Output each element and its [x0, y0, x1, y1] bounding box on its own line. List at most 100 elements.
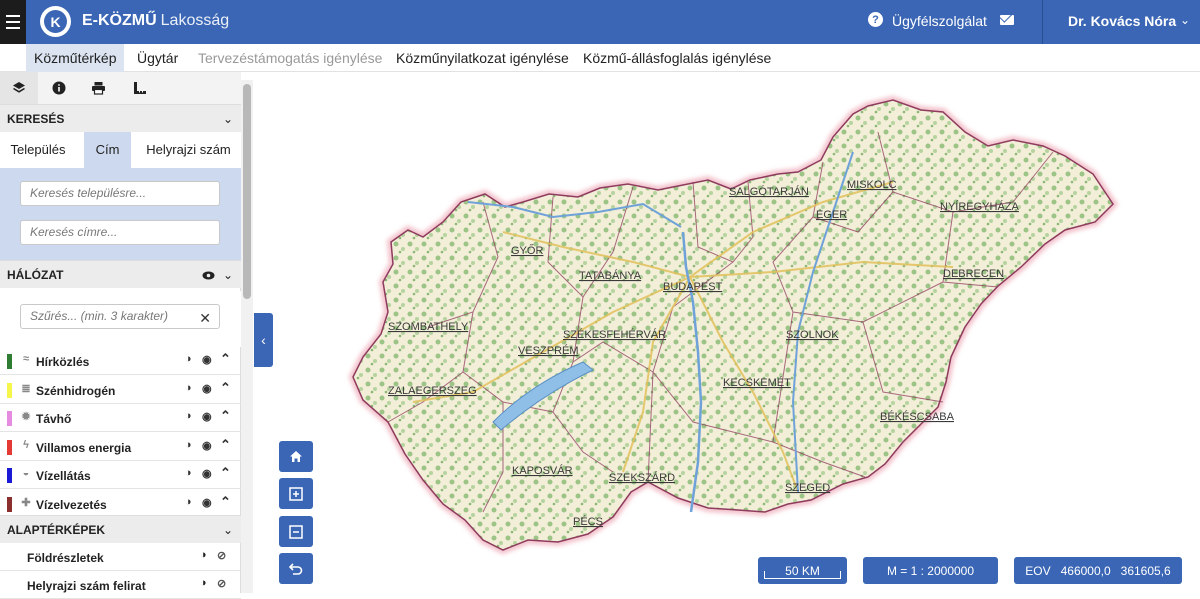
opacity-icon[interactable]: ◑ — [200, 549, 207, 561]
basemaps-section-header[interactable]: ALAPTÉRKÉPEK ⌄ — [0, 515, 241, 543]
network-layer-row[interactable]: ≣ Szénhidrogén ◑ ◉ ⌃ — [0, 376, 241, 404]
chevron-up-icon[interactable]: ⌃ — [220, 351, 231, 367]
city-label[interactable]: KAPOSVÁR — [512, 464, 573, 477]
search-panel: Keresés településre... Keresés címre... — [0, 168, 241, 260]
eye-icon[interactable]: ◉ — [202, 410, 212, 423]
zoom-out-button[interactable] — [279, 516, 313, 547]
opacity-icon[interactable]: ◑ — [185, 467, 192, 479]
layer-color-swatch — [7, 439, 12, 455]
city-label[interactable]: MISKOLC — [847, 179, 897, 191]
opacity-icon[interactable]: ◑ — [200, 577, 207, 589]
network-layer-row[interactable]: ◒ Vízellátás ◑ ◉ ⌃ — [0, 461, 241, 489]
basemap-row[interactable]: Földrészletek ◑ ⊘ — [0, 543, 241, 571]
tab-settlement[interactable]: Település — [0, 132, 76, 168]
city-label[interactable]: VESZPRÉM — [518, 344, 579, 357]
filter-area: Szűrés... (min. 3 karakter) ✕ — [0, 291, 241, 347]
city-label[interactable]: BUDAPEST — [663, 281, 723, 293]
opacity-icon[interactable]: ◑ — [185, 410, 192, 422]
chevron-up-icon[interactable]: ⌃ — [220, 437, 231, 453]
eye-icon[interactable]: ◉ — [202, 496, 212, 509]
chevron-down-icon[interactable]: ⌄ — [223, 261, 233, 289]
tab-utility-opinion[interactable]: Közmű-állásfoglalás igénylése — [575, 44, 779, 72]
layer-name: Vízellátás — [36, 469, 91, 483]
city-label[interactable]: SALGÓTARJÁN — [729, 185, 809, 198]
city-label[interactable]: SZOLNOK — [786, 329, 839, 341]
eye-icon[interactable]: ◉ — [202, 353, 212, 366]
sidebar-collapse-button[interactable]: ‹ — [254, 313, 273, 367]
main-tabs: Közműtérkép Ügytár Tervezéstámogatás igé… — [0, 44, 1200, 72]
city-label[interactable]: DEBRECEN — [943, 268, 1004, 280]
opacity-icon[interactable]: ◑ — [185, 496, 192, 508]
header-divider — [1042, 0, 1043, 44]
measure-icon[interactable] — [121, 72, 159, 104]
basemaps-section-title: ALAPTÉRKÉPEK — [7, 523, 106, 537]
city-label[interactable]: KECSKEMÉT — [723, 376, 791, 389]
network-layer-row[interactable]: ✚ Vízelvezetés ◑ ◉ ⌃ — [0, 490, 241, 518]
eye-off-icon[interactable]: ⊘ — [217, 549, 226, 562]
eye-icon[interactable] — [202, 261, 215, 289]
eye-icon[interactable]: ◉ — [202, 382, 212, 395]
network-section-header[interactable]: HÁLÓZAT ⌄ — [0, 260, 241, 288]
eye-icon[interactable]: ◉ — [202, 467, 212, 480]
eye-icon[interactable]: ◉ — [202, 439, 212, 452]
opacity-icon[interactable]: ◑ — [185, 382, 192, 394]
chevron-up-icon[interactable]: ⌃ — [220, 465, 231, 481]
layer-color-swatch — [7, 354, 12, 369]
city-label[interactable]: TATABÁNYA — [579, 269, 642, 282]
chevron-down-icon[interactable]: ⌄ — [223, 105, 233, 133]
chevron-down-icon[interactable]: ⌄ — [223, 516, 233, 544]
eye-off-icon[interactable]: ⊘ — [217, 577, 226, 590]
print-icon[interactable] — [79, 72, 117, 104]
zoom-in-button[interactable] — [279, 478, 313, 509]
network-layer-row[interactable]: ϟ Villamos energia ◑ ◉ ⌃ — [0, 433, 241, 461]
customer-service-link[interactable]: Ügyfélszolgálat — [892, 13, 987, 29]
city-label[interactable]: SZÉKESFEHÉRVÁR — [563, 328, 666, 341]
sidebar-toolbar — [0, 72, 241, 104]
chevron-up-icon[interactable]: ⌃ — [220, 408, 231, 424]
scrollbar-thumb[interactable] — [243, 84, 251, 299]
settlement-search-input[interactable]: Keresés településre... — [20, 181, 220, 206]
map-canvas[interactable]: SALGÓTARJÁN MISKOLC EGER NYÍREGYHÁZA GYŐ… — [253, 72, 1200, 593]
app-logo[interactable]: K — [40, 6, 71, 37]
city-label[interactable]: BÉKÉSCSABA — [880, 410, 955, 423]
help-icon[interactable]: ? — [868, 12, 883, 27]
lightning-icon: ϟ — [23, 438, 29, 451]
search-section-header[interactable]: KERESÉS ⌄ — [0, 104, 241, 132]
tab-planning-support[interactable]: Tervezéstámogatás igénylése — [190, 44, 390, 72]
city-label[interactable]: NYÍREGYHÁZA — [940, 200, 1020, 213]
city-label[interactable]: ZALAEGERSZEG — [388, 385, 477, 397]
clear-icon[interactable]: ✕ — [199, 307, 211, 330]
filter-placeholder: Szűrés... (min. 3 karakter) — [30, 309, 169, 323]
address-search-input[interactable]: Keresés címre... — [20, 220, 220, 245]
city-label[interactable]: GYŐR — [511, 243, 543, 257]
tab-utility-map[interactable]: Közműtérkép — [26, 44, 125, 72]
chevron-down-icon[interactable]: ⌄ — [1180, 13, 1190, 27]
home-button[interactable] — [279, 441, 313, 472]
undo-button[interactable] — [279, 553, 313, 584]
tab-case-archive[interactable]: Ügytár — [129, 44, 186, 72]
sidebar-scrollbar[interactable] — [241, 80, 253, 593]
network-filter-input[interactable]: Szűrés... (min. 3 karakter) ✕ — [20, 304, 220, 329]
network-layer-row[interactable]: ✹ Távhő ◑ ◉ ⌃ — [0, 404, 241, 432]
tab-parcel-number[interactable]: Helyrajzi szám — [140, 132, 237, 168]
city-label[interactable]: PÉCS — [573, 515, 603, 528]
user-menu[interactable]: Dr. Kovács Nóra — [1068, 13, 1176, 29]
layers-icon[interactable] — [0, 72, 38, 104]
city-label[interactable]: SZEGED — [785, 482, 830, 494]
basemap-row[interactable]: Helyrajzi szám felirat ◑ ⊘ — [0, 571, 241, 599]
network-layer-row[interactable]: ≈ Hírközlés ◑ ◉ ⌃ — [0, 347, 241, 375]
menu-icon[interactable] — [0, 0, 26, 44]
tab-utility-statement[interactable]: Közműnyilatkozat igénylése — [388, 44, 577, 72]
tab-address[interactable]: Cím — [84, 132, 131, 168]
chevron-up-icon[interactable]: ⌃ — [220, 494, 231, 510]
opacity-icon[interactable]: ◑ — [185, 353, 192, 365]
opacity-icon[interactable]: ◑ — [185, 439, 192, 451]
info-icon[interactable] — [40, 72, 78, 104]
city-label[interactable]: EGER — [816, 209, 847, 221]
city-label[interactable]: SZEKSZÁRD — [609, 471, 675, 484]
city-label[interactable]: SZOMBATHELY — [388, 321, 469, 333]
gas-icon: ≣ — [21, 382, 31, 395]
chevron-up-icon[interactable]: ⌃ — [220, 380, 231, 396]
hungary-map[interactable]: SALGÓTARJÁN MISKOLC EGER NYÍREGYHÁZA GYŐ… — [253, 72, 1200, 593]
mail-icon[interactable] — [1000, 15, 1014, 25]
